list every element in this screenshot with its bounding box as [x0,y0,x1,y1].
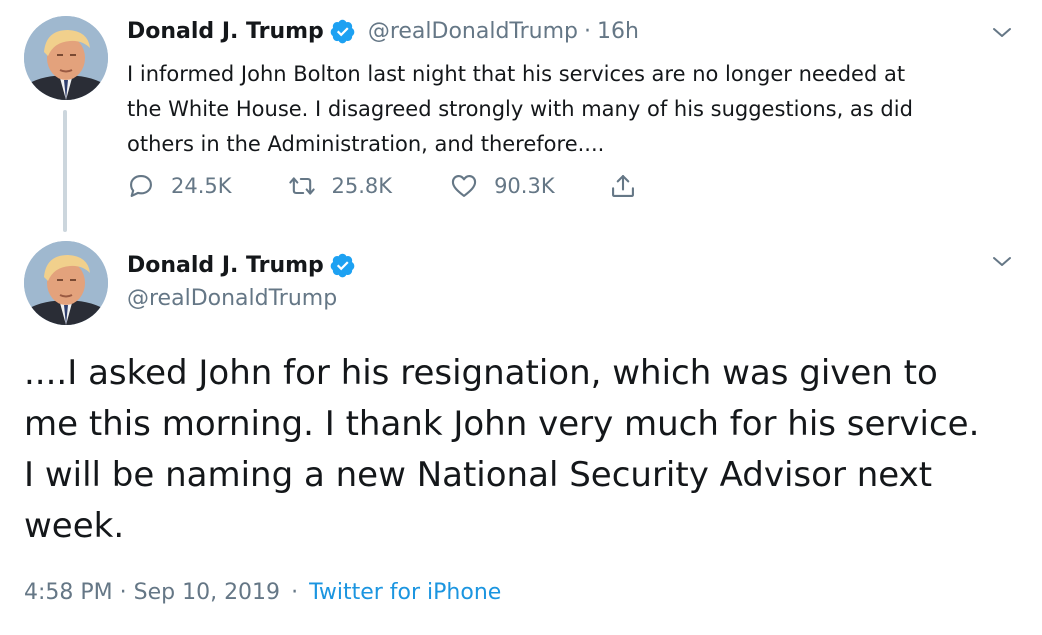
share-icon [609,172,637,200]
like-count: 90.3K [494,174,555,198]
verified-badge-icon [329,18,356,45]
reply-count: 24.5K [171,174,232,198]
retweet-icon [288,172,316,200]
like-button[interactable]: 90.3K [450,172,555,200]
tweet1-avatar[interactable] [24,16,108,100]
chevron-down-icon[interactable] [990,250,1014,274]
tweet2-meta-separator: · [291,580,299,605]
tweet2-avatar[interactable] [24,241,108,325]
tweet2-meta: 4:58 PM · Sep 10, 2019 · Twitter for iPh… [24,580,501,605]
tweet1-header: Donald J. Trump @realDonaldTrump · 16h [127,18,639,45]
thread-connector-line [63,110,67,232]
tweet1-time[interactable]: 16h [597,19,639,44]
retweet-button[interactable]: 25.8K [288,172,393,200]
tweet2-author-name[interactable]: Donald J. Trump [127,253,324,278]
tweet2-source-link[interactable]: Twitter for iPhone [309,580,501,605]
verified-badge-icon [329,252,356,279]
tweet1-author-name[interactable]: Donald J. Trump [127,19,324,44]
tweet1-action-bar: 24.5K 25.8K 90.3K [127,172,637,200]
reply-icon [127,172,155,200]
tweet1-separator: · [584,19,591,44]
heart-icon [450,172,478,200]
tweet1-text: I informed John Bolton last night that h… [127,62,913,156]
tweet1-handle[interactable]: @realDonaldTrump [368,19,578,44]
tweet2-handle[interactable]: @realDonaldTrump [127,286,337,311]
tweet2-text: ....I asked John for his resignation, wh… [24,353,980,546]
share-button[interactable] [609,172,637,200]
tweet2-author: Donald J. Trump [127,252,356,279]
tweet2-timestamp[interactable]: 4:58 PM · Sep 10, 2019 [24,580,280,605]
chevron-down-icon[interactable] [990,21,1014,45]
reply-button[interactable]: 24.5K [127,172,232,200]
retweet-count: 25.8K [331,174,393,198]
